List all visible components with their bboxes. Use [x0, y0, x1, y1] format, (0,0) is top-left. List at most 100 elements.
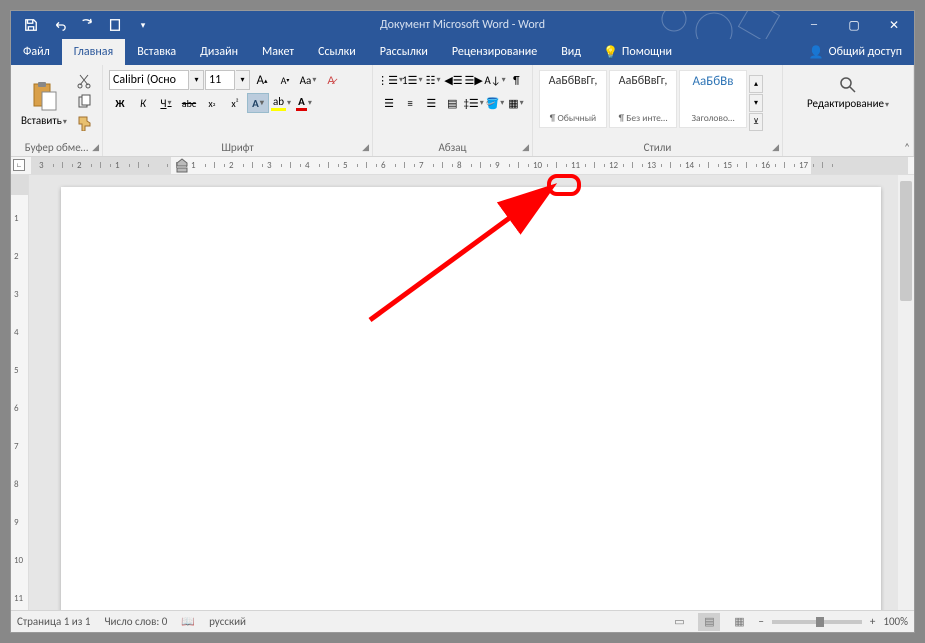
new-doc-icon[interactable]	[101, 11, 129, 39]
line-spacing-button[interactable]: ‡☰	[463, 93, 483, 113]
find-button[interactable]: Редактирование	[801, 73, 895, 112]
page[interactable]	[61, 187, 881, 610]
font-launcher-icon[interactable]: ◢	[362, 142, 369, 153]
close-button[interactable]: ✕	[874, 11, 914, 39]
tab-file[interactable]: Файл	[11, 39, 62, 65]
change-case-button[interactable]: Aa	[297, 70, 319, 90]
vertical-scrollbar[interactable]	[898, 175, 914, 610]
tab-layout[interactable]: Макет	[250, 39, 306, 65]
underline-button[interactable]: Ч	[155, 93, 177, 113]
zoom-in-button[interactable]: +	[870, 615, 875, 628]
superscript-button[interactable]: x²	[224, 93, 246, 113]
spellcheck-icon[interactable]: 📖	[181, 615, 195, 628]
zoom-level[interactable]: 100%	[883, 615, 908, 628]
clipboard-launcher-icon[interactable]: ◢	[92, 142, 99, 153]
style-preview-text: АаБбВв	[693, 74, 734, 89]
language-indicator[interactable]: русский	[209, 615, 246, 628]
minimize-button[interactable]: ─	[794, 11, 834, 39]
zoom-thumb[interactable]	[816, 617, 824, 627]
vertical-ruler[interactable]: 123456789101112	[11, 175, 29, 610]
redo-icon[interactable]	[73, 11, 101, 39]
justify-button[interactable]: ▤	[442, 93, 462, 113]
tell-me[interactable]: 💡Помощни	[593, 39, 682, 65]
align-left-button[interactable]: ☰	[379, 93, 399, 113]
font-name-input[interactable]	[109, 70, 189, 90]
bold-button[interactable]: Ж	[109, 93, 131, 113]
font-color-button[interactable]: A	[293, 93, 315, 113]
web-layout-button[interactable]: ▦	[728, 613, 750, 631]
read-mode-button[interactable]: ▭	[668, 613, 690, 631]
horizontal-ruler[interactable]: ∟ 3211234567891011121314151617	[11, 157, 914, 175]
align-right-button[interactable]: ☰	[421, 93, 441, 113]
align-center-button[interactable]: ≡	[400, 93, 420, 113]
collapse-ribbon-icon[interactable]: ˄	[904, 141, 910, 154]
word-count[interactable]: Число слов: 0	[104, 615, 167, 628]
tab-selector[interactable]: ∟	[13, 159, 25, 171]
shrink-font-button[interactable]: A▾	[274, 70, 296, 90]
tab-mailings[interactable]: Рассылки	[368, 39, 440, 65]
decrease-indent-button[interactable]: ◀☰	[444, 70, 463, 90]
lightbulb-icon: 💡	[603, 45, 618, 60]
qat-customize-icon[interactable]: ▾	[129, 11, 157, 39]
clear-formatting-button[interactable]: A̷	[320, 70, 342, 90]
bullets-button[interactable]: ⋮☰	[379, 70, 401, 90]
editing-label: Редактирование	[807, 97, 889, 110]
styles-scroll-up[interactable]: ▴	[749, 75, 763, 93]
tab-design[interactable]: Дизайн	[188, 39, 250, 65]
group-styles-label: Стили	[537, 139, 778, 156]
styles-expand[interactable]: ⊻	[749, 113, 763, 131]
strikethrough-button[interactable]: abc	[178, 93, 200, 113]
tab-insert[interactable]: Вставка	[125, 39, 188, 65]
group-clipboard: Вставить Буфер обме… ◢	[11, 65, 103, 156]
grow-font-button[interactable]: A▴	[251, 70, 273, 90]
tab-references[interactable]: Ссылки	[306, 39, 368, 65]
print-layout-button[interactable]: ▤	[698, 613, 720, 631]
style-no-spacing[interactable]: АаБбВвГг, ¶ Без инте…	[609, 70, 677, 128]
zoom-out-button[interactable]: −	[758, 615, 763, 628]
italic-button[interactable]: К	[132, 93, 154, 113]
paste-button[interactable]: Вставить	[15, 67, 73, 139]
sort-button[interactable]: A↓	[484, 70, 505, 90]
style-label-text: Заголово…	[682, 112, 744, 124]
window-title: Документ Microsoft Word - Word	[380, 18, 545, 32]
highlight-button[interactable]: ab	[270, 93, 292, 113]
show-marks-button[interactable]: ¶	[507, 70, 526, 90]
subscript-button[interactable]: x₂	[201, 93, 223, 113]
scrollbar-thumb[interactable]	[900, 181, 912, 301]
group-paragraph: ⋮☰ 1☰ ☷ ◀☰ ☰▶ A↓ ¶ ☰ ≡ ☰ ▤ ‡☰ 🪣 ▦	[373, 65, 533, 156]
tab-review[interactable]: Рецензирование	[440, 39, 549, 65]
styles-scroll-down[interactable]: ▾	[749, 94, 763, 112]
tab-home[interactable]: Главная	[62, 39, 125, 65]
share-icon: 👤	[809, 45, 824, 60]
tab-view[interactable]: Вид	[549, 39, 593, 65]
font-size-dropdown[interactable]: ▾	[236, 70, 250, 90]
font-size-input[interactable]	[205, 70, 235, 90]
group-styles: АаБбВвГг, ¶ Обычный АаБбВвГг, ¶ Без инте…	[533, 65, 783, 156]
increase-indent-button[interactable]: ☰▶	[464, 70, 483, 90]
maximize-button[interactable]: ▢	[834, 11, 874, 39]
style-heading1[interactable]: АаБбВв Заголово…	[679, 70, 747, 128]
styles-launcher-icon[interactable]: ◢	[772, 142, 779, 153]
paragraph-launcher-icon[interactable]: ◢	[522, 142, 529, 153]
cut-button[interactable]	[73, 71, 95, 91]
format-painter-button[interactable]	[73, 113, 95, 133]
undo-icon[interactable]	[45, 11, 73, 39]
group-font: ▾ ▾ A▴ A▾ Aa A̷ Ж К Ч abc x₂ x² A ab A	[103, 65, 373, 156]
share-button[interactable]: 👤Общий доступ	[797, 39, 914, 65]
font-name-dropdown[interactable]: ▾	[190, 70, 204, 90]
borders-button[interactable]: ▦	[506, 93, 526, 113]
zoom-slider[interactable]	[772, 620, 862, 624]
copy-button[interactable]	[73, 92, 95, 112]
numbering-button[interactable]: 1☰	[402, 70, 422, 90]
text-effects-button[interactable]: A	[247, 93, 269, 113]
shading-button[interactable]: 🪣	[485, 93, 505, 113]
save-icon[interactable]	[17, 11, 45, 39]
paste-label: Вставить	[21, 114, 67, 127]
title-decoration	[654, 11, 794, 39]
page-indicator[interactable]: Страница 1 из 1	[17, 615, 90, 628]
document-area: 123456789101112	[11, 175, 914, 610]
style-label-text: ¶ Без инте…	[612, 112, 674, 124]
style-normal[interactable]: АаБбВвГг, ¶ Обычный	[539, 70, 607, 128]
group-clipboard-label: Буфер обме…	[15, 139, 98, 156]
multilevel-button[interactable]: ☷	[423, 70, 442, 90]
